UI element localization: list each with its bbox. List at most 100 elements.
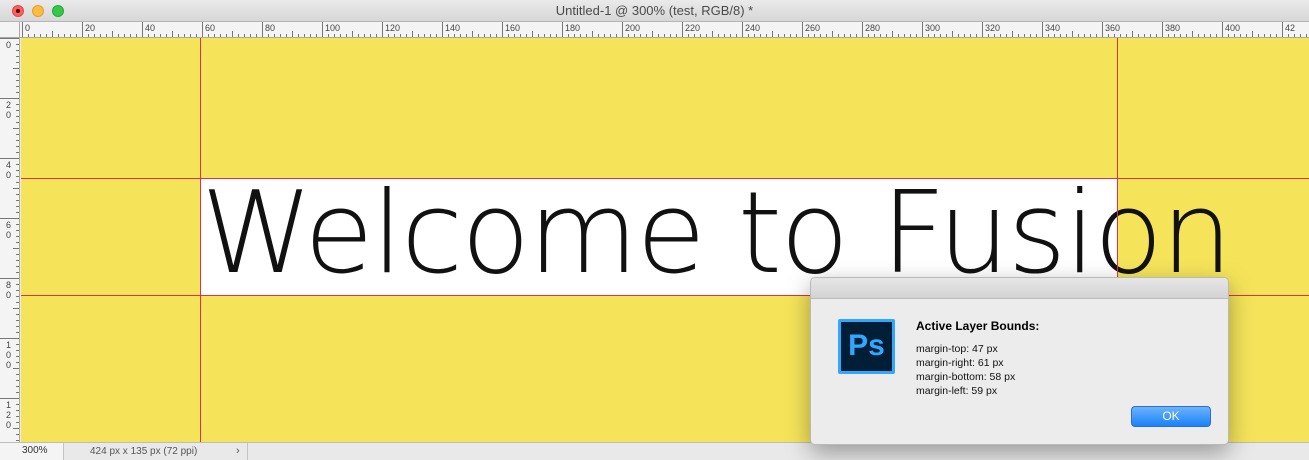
ruler-tick [16,50,19,51]
ruler-tick [280,34,281,37]
ruler-origin[interactable] [0,22,20,38]
ruler-tick [1000,34,1001,37]
ruler-tick [730,34,731,37]
ruler-tick [16,230,19,231]
ruler-tick [16,440,19,441]
ruler-tick [304,34,305,37]
ruler-tick [334,34,335,37]
ruler-tick [640,34,641,37]
ruler-tick [550,34,551,37]
ruler-tick [742,22,743,37]
ruler-tick [628,34,629,37]
ruler-tick [1006,34,1007,37]
ruler-tick [622,22,623,37]
ruler-tick [988,34,989,37]
ruler-tick [1150,34,1151,37]
ruler-tick [364,34,365,37]
ruler-tick [1270,34,1271,37]
ruler-tick [682,22,683,37]
ruler-tick [1300,34,1301,37]
ruler-tick [820,34,821,37]
photoshop-app-icon: Ps [838,319,895,374]
ruler-tick [1132,31,1133,37]
ruler-tick [370,34,371,37]
ruler-tick [442,22,443,37]
ruler-tick [0,278,19,279]
ruler-tick [0,398,19,399]
alert-dialog: Ps Active Layer Bounds: margin-top: 47 p… [810,277,1229,445]
ruler-tick [16,92,19,93]
ruler-tick [580,34,581,37]
ruler-tick [0,338,19,339]
ruler-tick [1072,31,1073,37]
margin-left-line: margin-left: 59 px [916,385,998,397]
ruler-tick [1306,34,1307,37]
ruler-tick [790,34,791,37]
ruler-tick [910,34,911,37]
ruler-tick [16,332,19,333]
ruler-tick [190,34,191,37]
ruler-tick [130,34,131,37]
ruler-tick [382,22,383,37]
ruler-tick [262,22,263,37]
ruler-tick [16,146,19,147]
ok-button[interactable]: OK [1131,406,1211,427]
title-bar[interactable]: Untitled-1 @ 300% (test, RGB/8) * [0,0,1309,22]
ruler-tick [1018,34,1019,37]
ruler-tick [328,34,329,37]
ruler-tick [808,34,809,37]
ruler-tick [16,140,19,141]
ruler-tick [16,206,19,207]
ruler-tick [16,182,19,183]
ruler-label: 180 [565,23,581,33]
ruler-label: 200 [625,23,641,33]
ruler-tick [880,34,881,37]
ruler-tick [1186,34,1187,37]
ruler-tick [490,34,491,37]
ruler-tick [1066,34,1067,37]
vertical-ruler[interactable]: 0 2 0 4 0 6 0 8 0 1 0 0 1 2 0 [0,38,20,442]
ruler-tick [16,320,19,321]
ruler-tick [16,302,19,303]
ruler-tick [616,34,617,37]
ruler-tick [268,34,269,37]
chevron-right-icon[interactable]: › [236,445,240,457]
ruler-tick [274,34,275,37]
ruler-tick [562,22,563,37]
ruler-tick [16,44,19,45]
ruler-tick [940,34,941,37]
ps-icon-label: Ps [848,329,885,362]
ruler-tick [184,34,185,37]
ruler-tick [916,34,917,37]
ruler-tick [16,290,19,291]
ruler-tick [1252,31,1253,37]
horizontal-ruler[interactable]: 0 20 40 60 80 100 120 140 160 180 200 220 240 260 280 3… [20,22,1309,38]
ruler-label: 380 [1165,23,1181,33]
document-info[interactable]: 424 px x 135 px (72 ppi) [66,443,248,460]
ruler-tick [22,22,23,37]
ruler-tick [844,34,845,37]
ruler-tick [448,34,449,37]
ruler-tick [778,34,779,37]
ruler-tick [340,34,341,37]
guide-vertical-left[interactable] [200,38,201,442]
dialog-heading: Active Layer Bounds: [916,319,1040,333]
ruler-tick [196,34,197,37]
ruler-tick [994,34,995,37]
ruler-tick [1108,34,1109,37]
ruler-tick [634,34,635,37]
ruler-tick [460,34,461,37]
ruler-label: 6 0 [6,220,12,240]
ruler-tick [46,34,47,37]
ruler-tick [376,34,377,37]
ruler-tick [646,34,647,37]
ruler-tick [16,236,19,237]
ruler-tick [508,34,509,37]
photoshop-window: Untitled-1 @ 300% (test, RGB/8) * 0 20 40 6… [0,0,1309,460]
guide-horizontal-top[interactable] [21,178,1309,179]
zoom-level-field[interactable]: 300% [0,443,64,460]
dialog-title-bar[interactable] [811,278,1228,299]
ruler-tick [16,122,19,123]
ruler-tick [16,314,19,315]
ruler-tick [16,134,19,135]
